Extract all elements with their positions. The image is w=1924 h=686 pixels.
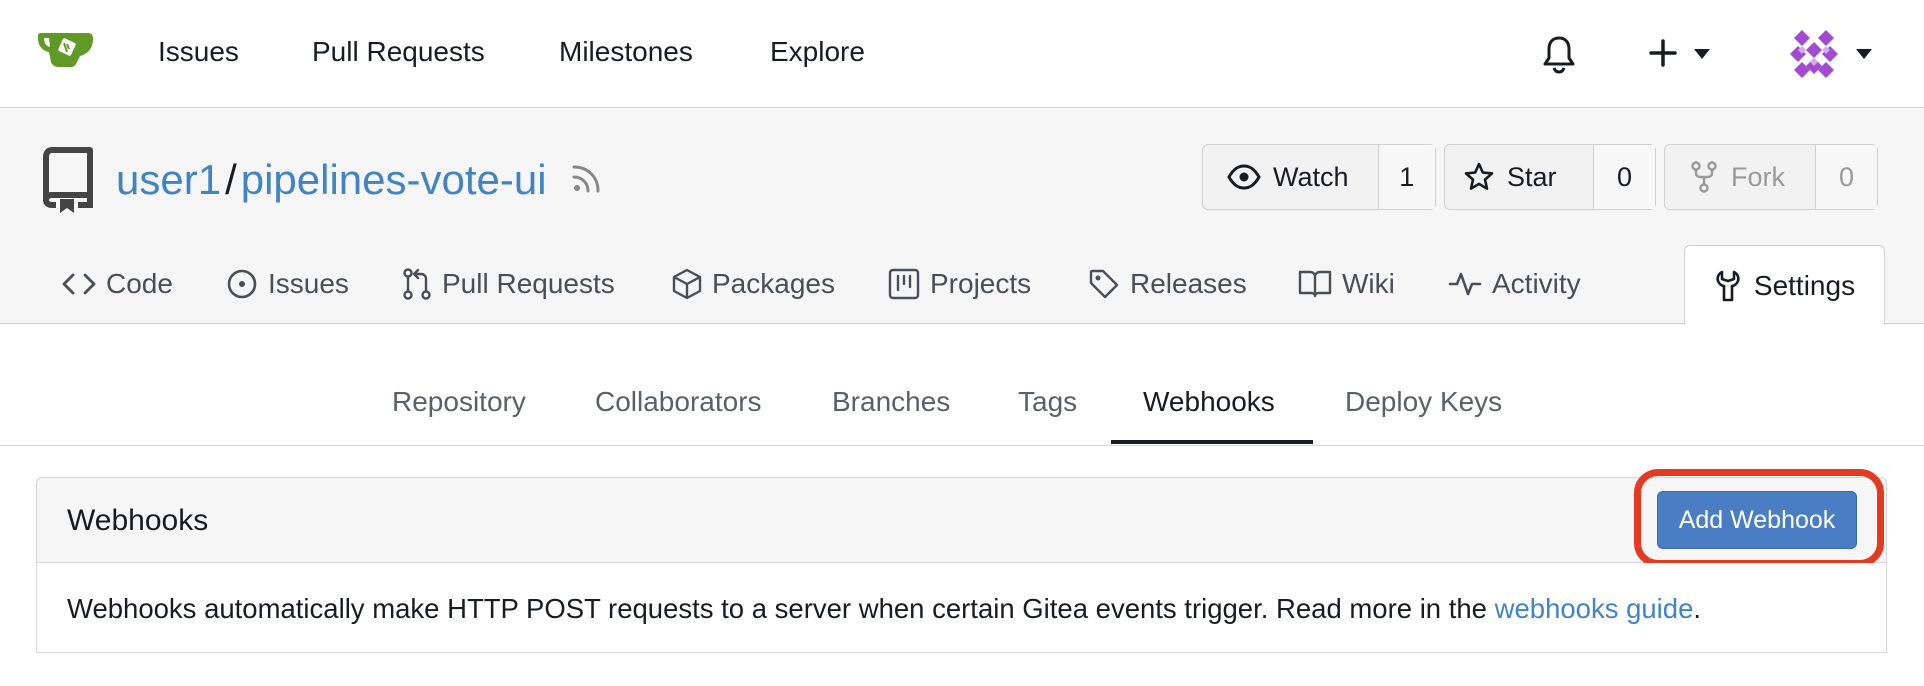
tab-wiki[interactable]: Wiki xyxy=(1298,264,1395,304)
code-icon xyxy=(62,273,96,295)
star-icon xyxy=(1464,162,1494,190)
tab-releases[interactable]: Releases xyxy=(1088,264,1247,304)
watch-label: Watch xyxy=(1273,161,1349,192)
watch-button[interactable]: Watch xyxy=(1203,145,1378,209)
star-button[interactable]: Star xyxy=(1445,145,1593,209)
fork-count[interactable]: 0 xyxy=(1815,145,1877,209)
webhooks-panel-body: Webhooks automatically make HTTP POST re… xyxy=(36,563,1887,653)
repo-owner-link[interactable]: user1 xyxy=(116,156,221,203)
top-navbar: Issues Pull Requests Milestones Explore xyxy=(0,0,1924,108)
subnav-repository[interactable]: Repository xyxy=(392,384,526,420)
subnav-deploy-keys[interactable]: Deploy Keys xyxy=(1345,384,1502,420)
repo-icon xyxy=(43,147,93,213)
tab-activity-label: Activity xyxy=(1492,268,1581,299)
webhooks-description: Webhooks automatically make HTTP POST re… xyxy=(67,591,1701,627)
repo-title: user1/pipelines-vote-ui xyxy=(116,154,547,206)
rss-icon[interactable] xyxy=(570,161,604,195)
tab-projects[interactable]: Projects xyxy=(888,264,1031,304)
repo-header: user1/pipelines-vote-ui Watch 1 Star 0 F… xyxy=(0,109,1924,325)
tab-pull-requests[interactable]: Pull Requests xyxy=(402,264,615,304)
tab-settings-label: Settings xyxy=(1753,269,1856,301)
project-icon xyxy=(888,268,920,300)
star-count[interactable]: 0 xyxy=(1593,145,1655,209)
nav-issues-link[interactable]: Issues xyxy=(158,34,239,70)
watch-count[interactable]: 1 xyxy=(1377,145,1435,209)
star-label: Star xyxy=(1507,161,1557,192)
book-icon xyxy=(1298,270,1332,298)
repo-name-link[interactable]: pipelines-vote-ui xyxy=(241,156,547,203)
tab-activity[interactable]: Activity xyxy=(1448,264,1581,304)
settings-subnav: Repository Collaborators Branches Tags W… xyxy=(0,324,1924,446)
tab-issues[interactable]: Issues xyxy=(226,264,349,304)
webhooks-description-text: Webhooks automatically make HTTP POST re… xyxy=(67,593,1487,624)
tab-packages-label: Packages xyxy=(712,268,835,299)
fork-button[interactable]: Fork xyxy=(1665,145,1815,209)
fork-button-group: Fork 0 xyxy=(1664,144,1878,210)
active-tab-underline xyxy=(1111,440,1313,444)
subnav-tags[interactable]: Tags xyxy=(1018,384,1077,420)
tab-issues-label: Issues xyxy=(268,268,349,299)
watch-button-group: Watch 1 xyxy=(1202,144,1436,210)
webhooks-panel-header: Webhooks Add Webhook xyxy=(36,477,1887,563)
tab-projects-label: Projects xyxy=(930,268,1032,299)
subnav-webhooks[interactable]: Webhooks xyxy=(1143,384,1275,420)
webhooks-guide-link[interactable]: webhooks guide xyxy=(1495,593,1694,624)
tab-code-label: Code xyxy=(106,268,173,299)
tag-icon xyxy=(1089,269,1119,299)
bell-icon[interactable] xyxy=(1542,34,1576,74)
tab-pull-requests-label: Pull Requests xyxy=(442,268,615,299)
chevron-down-icon[interactable] xyxy=(1693,48,1711,60)
package-icon xyxy=(672,268,702,300)
fork-icon xyxy=(1691,161,1717,193)
repo-title-separator: / xyxy=(225,156,237,203)
issue-icon xyxy=(227,269,257,299)
nav-milestones-link[interactable]: Milestones xyxy=(559,34,693,70)
fork-label: Fork xyxy=(1731,161,1785,192)
pull-request-icon xyxy=(403,268,431,300)
tab-packages[interactable]: Packages xyxy=(672,264,835,304)
chevron-down-icon[interactable] xyxy=(1855,48,1873,60)
tab-settings[interactable]: Settings xyxy=(1684,245,1885,325)
nav-explore-link[interactable]: Explore xyxy=(770,34,865,70)
avatar[interactable] xyxy=(1788,28,1840,80)
tool-icon xyxy=(1716,270,1740,301)
nav-pull-requests-link[interactable]: Pull Requests xyxy=(312,34,485,70)
star-button-group: Star 0 xyxy=(1444,144,1656,210)
pulse-icon xyxy=(1448,272,1482,296)
webhooks-title: Webhooks xyxy=(67,504,209,537)
tab-wiki-label: Wiki xyxy=(1342,268,1395,299)
eye-icon xyxy=(1227,164,1261,190)
gitea-logo-icon[interactable] xyxy=(36,30,96,70)
tab-releases-label: Releases xyxy=(1130,268,1247,299)
plus-icon[interactable] xyxy=(1648,38,1678,68)
description-period: . xyxy=(1693,593,1702,624)
subnav-collaborators[interactable]: Collaborators xyxy=(595,384,762,420)
highlight-box xyxy=(1634,469,1884,567)
tab-code[interactable]: Code xyxy=(62,264,173,304)
subnav-branches[interactable]: Branches xyxy=(832,384,950,420)
